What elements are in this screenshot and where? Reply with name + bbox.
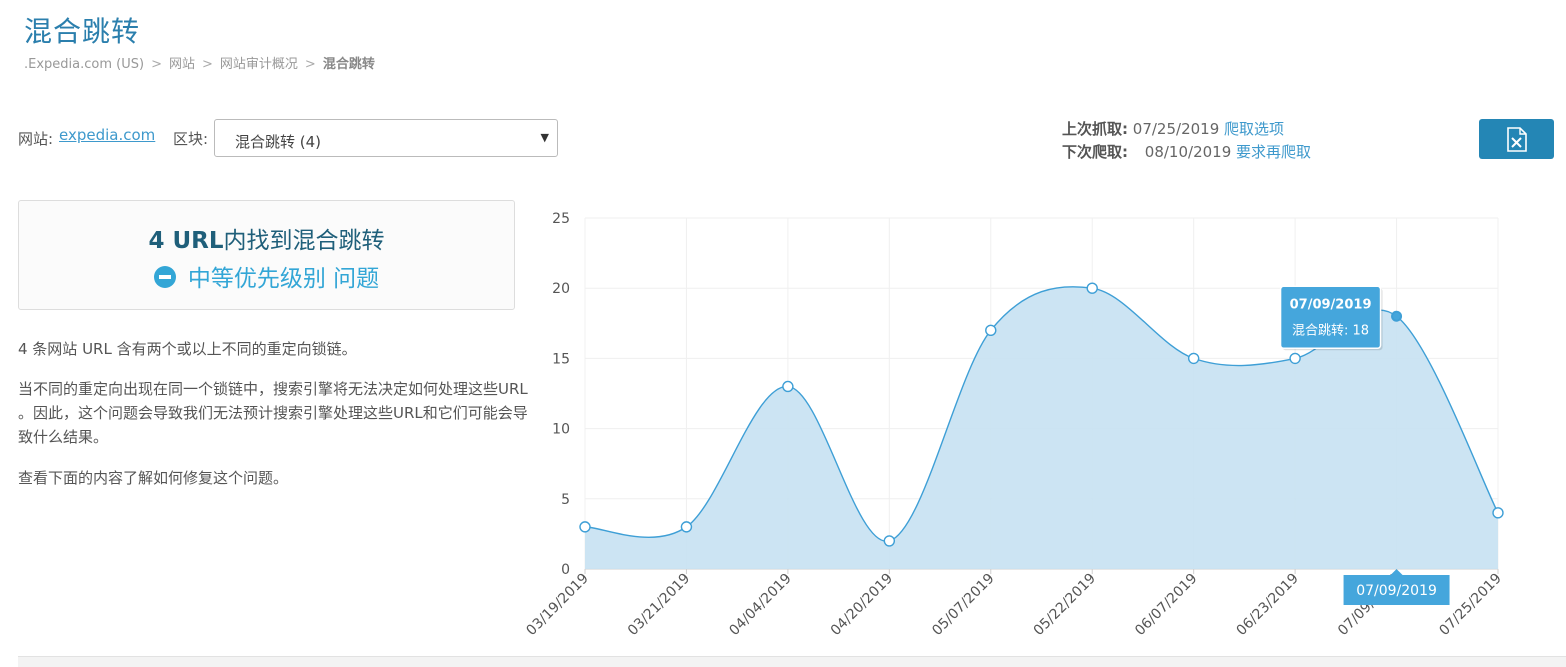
issue-summary-card: 4 URL内找到混合跳转 中等优先级别 问题 — [18, 200, 515, 310]
breadcrumb: .Expedia.com (US) > 网站 > 网站审计概况 > 混合跳转 — [24, 53, 375, 72]
crawl-options-link[interactable]: 爬取选项 — [1224, 120, 1284, 138]
site-link[interactable]: expedia.com — [59, 126, 155, 144]
site-label: 网站: — [18, 130, 54, 148]
issue-description-1: 4 条网站 URL 含有两个或以上不同的重定向锁链。 — [18, 340, 357, 358]
data-point — [1187, 352, 1200, 365]
y-tick-label: 10 — [552, 422, 570, 438]
data-point — [985, 324, 997, 337]
y-tick-label: 5 — [561, 492, 570, 508]
data-point — [1289, 352, 1301, 365]
x-tick-label: 06/23/2019 — [1234, 571, 1302, 639]
last-crawl-date: 07/25/2019 — [1132, 120, 1220, 138]
breadcrumb-item-project[interactable]: .Expedia.com (US) — [24, 57, 144, 72]
crosshair-label: 07/09/2019 — [1356, 583, 1437, 599]
issue-priority-text: 中等优先级别 问题 — [187, 266, 380, 292]
data-point — [1086, 282, 1098, 294]
block-select[interactable]: 混合跳转 (4) ▼ — [214, 119, 558, 157]
tooltip-box — [1279, 285, 1382, 350]
last-crawl-row: 上次抓取: 07/25/2019 爬取选项 — [1062, 118, 1284, 139]
x-tick-label: 03/21/2019 — [625, 571, 693, 639]
data-point — [1492, 507, 1504, 519]
request-recrawl-link[interactable]: 要求再爬取 — [1236, 143, 1311, 161]
export-excel-button[interactable] — [1479, 119, 1554, 159]
data-point — [1391, 310, 1403, 322]
issue-description-2: 当不同的重定向出现在同一个锁链中，搜索引擎将无法决定如何处理这些URL 。因此，… — [18, 380, 528, 446]
x-tick-label: 04/20/2019 — [828, 571, 896, 639]
x-tick-label: 05/07/2019 — [929, 571, 997, 639]
issue-priority: 中等优先级别 问题 — [19, 259, 514, 293]
next-crawl-label: 下次爬取: — [1062, 143, 1128, 161]
next-crawl-date: 08/10/2019 — [1144, 143, 1232, 161]
block-label: 区块: — [173, 130, 209, 148]
tooltip-value: 混合跳转: 18 — [1292, 323, 1369, 338]
breadcrumb-item-site[interactable]: 网站 — [169, 53, 195, 72]
data-point — [579, 521, 591, 533]
page-title: 混合跳转 — [24, 15, 141, 48]
excel-export-icon — [1507, 127, 1527, 152]
x-tick-label: 06/07/2019 — [1132, 571, 1200, 639]
x-tick-label: 03/19/2019 — [523, 571, 591, 639]
data-point — [883, 535, 896, 547]
block-select-value: 混合跳转 (4) — [235, 133, 322, 151]
y-tick-label: 15 — [552, 351, 570, 367]
y-tick-label: 20 — [552, 281, 570, 297]
issue-description-3: 查看下面的内容了解如何修复这个问题。 — [18, 469, 289, 487]
breadcrumb-item-current: 混合跳转 — [322, 57, 375, 72]
minus-circle-icon — [153, 266, 176, 288]
last-crawl-label: 上次抓取: — [1062, 120, 1128, 138]
breadcrumb-separator: > — [201, 57, 213, 72]
x-tick-label: 04/04/2019 — [726, 571, 794, 639]
breadcrumb-separator: > — [151, 57, 162, 72]
issue-found-text: 内找到混合跳转 — [223, 228, 385, 254]
trend-chart: 0 5 10 15 20 25 03/19/2019 03/21/2019 04/04/2019… — [523, 211, 1504, 639]
tooltip-date: 07/09/2019 — [1290, 297, 1372, 312]
issue-summary-headline: 4 URL内找到混合跳转 — [19, 221, 514, 255]
bottom-panel-edge — [18, 656, 1566, 667]
data-point — [680, 521, 693, 533]
x-tick-label: 05/22/2019 — [1031, 571, 1099, 639]
y-tick-label: 25 — [552, 211, 570, 227]
next-crawl-row: 下次爬取: 08/10/2019 要求再爬取 — [1062, 141, 1311, 162]
y-tick-label: 0 — [561, 562, 570, 578]
chevron-down-icon: ▼ — [540, 131, 549, 144]
breadcrumb-item-audit-overview[interactable]: 网站审计概况 — [220, 53, 298, 72]
data-point — [782, 380, 794, 393]
issue-url-count: 4 URL — [148, 228, 224, 254]
breadcrumb-separator: > — [304, 57, 316, 72]
